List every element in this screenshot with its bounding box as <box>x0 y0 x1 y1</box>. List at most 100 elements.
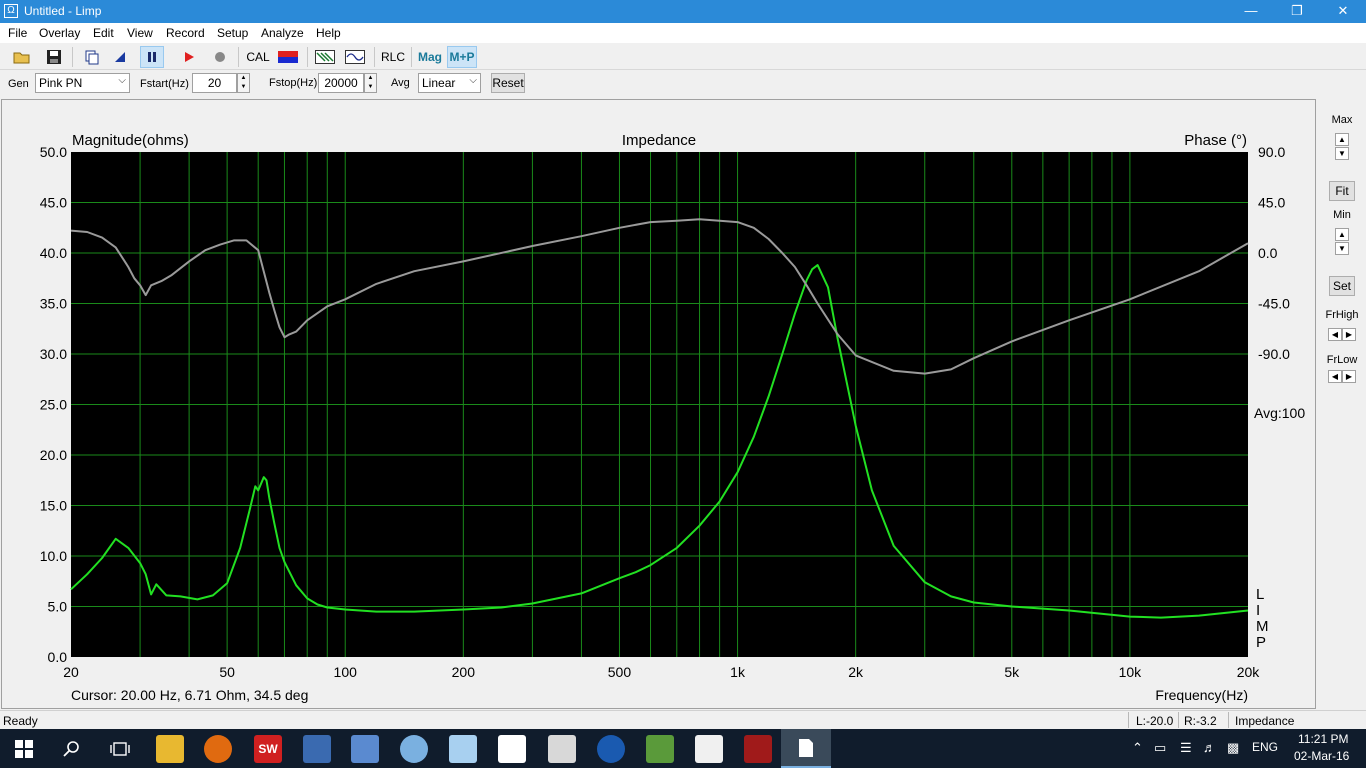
notes-icon[interactable] <box>449 735 477 763</box>
tray-power-icon[interactable]: ▭ <box>1154 740 1166 756</box>
set-button[interactable]: Set <box>1329 276 1355 296</box>
app-omega-icon: Ω <box>4 4 18 18</box>
y2-tick-label: 45.0 <box>1258 195 1285 211</box>
avg-label: Avg <box>391 77 410 89</box>
save-icon[interactable] <box>42 46 66 68</box>
play-icon[interactable] <box>177 46 201 68</box>
open-folder-icon[interactable] <box>10 46 34 68</box>
x-tick-label: 50 <box>219 664 235 680</box>
fstart-stepper[interactable]: ▲ ▼ <box>237 73 250 93</box>
toolbar: CAL RLC Mag M+P <box>0 43 1366 70</box>
reset-button[interactable]: Reset <box>491 73 525 93</box>
cursor-icon[interactable] <box>108 46 132 68</box>
toolbar-separator <box>374 47 375 67</box>
filter-icon[interactable] <box>313 46 337 68</box>
title-bar: Ω Untitled - Limp — ❐ ✕ <box>0 0 1366 23</box>
menu-overlay[interactable]: Overlay <box>39 26 80 40</box>
mode-letter-p: P <box>1256 634 1266 651</box>
y-axis-label: Magnitude(ohms) <box>72 132 189 149</box>
copy-icon[interactable] <box>80 46 104 68</box>
gen-select[interactable]: Pink PN ⌵ <box>35 73 130 93</box>
rlc-button[interactable]: RLC <box>379 46 407 68</box>
menu-file[interactable]: File <box>8 26 27 40</box>
mag-button[interactable]: Mag <box>415 46 445 68</box>
y-tick-label: 45.0 <box>40 195 67 211</box>
document-app-icon[interactable] <box>695 735 723 763</box>
min-up-arrow[interactable]: ▲ <box>1335 228 1349 241</box>
maximize-button[interactable]: ❐ <box>1274 0 1320 23</box>
menu-view[interactable]: View <box>127 26 153 40</box>
task-view-icon[interactable] <box>106 735 134 763</box>
frhigh-left-arrow[interactable]: ◀ <box>1328 328 1342 341</box>
search-icon[interactable] <box>58 735 86 763</box>
plot-pane: Magnitude(ohms) Impedance Phase (°) Avg:… <box>1 99 1316 709</box>
info-icon[interactable] <box>597 735 625 763</box>
side-panel: Max ▲ ▼ Fit Min ▲ ▼ Set FrHigh ◀ ▶ FrLow… <box>1318 99 1366 709</box>
toolbar-separator <box>307 47 308 67</box>
fit-button[interactable]: Fit <box>1329 181 1355 201</box>
paint-icon[interactable] <box>498 735 526 763</box>
python-icon[interactable] <box>303 735 331 763</box>
menu-setup[interactable]: Setup <box>217 26 248 40</box>
x-tick-label: 20 <box>63 664 79 680</box>
stop-icon[interactable] <box>208 46 232 68</box>
impedance-chart[interactable]: Magnitude(ohms) Impedance Phase (°) Avg:… <box>2 100 1315 708</box>
graph-app-icon[interactable] <box>744 735 772 763</box>
cal-button[interactable]: CAL <box>243 46 273 68</box>
fstop-stepper[interactable]: ▲ ▼ <box>364 73 377 93</box>
red-blue-bar-icon[interactable] <box>276 46 300 68</box>
waveform-icon[interactable] <box>343 46 367 68</box>
tray-language[interactable]: ENG <box>1252 740 1278 754</box>
y-tick-label: 25.0 <box>40 397 67 413</box>
x-tick-label: 20k <box>1237 664 1261 680</box>
frlow-left-arrow[interactable]: ◀ <box>1328 370 1342 383</box>
menu-record[interactable]: Record <box>166 26 205 40</box>
network-globe-icon[interactable] <box>400 735 428 763</box>
minimize-button[interactable]: — <box>1228 0 1274 23</box>
x-tick-label: 2k <box>848 664 864 680</box>
menu-analyze[interactable]: Analyze <box>261 26 304 40</box>
python-idle-icon[interactable] <box>351 735 379 763</box>
calculator-icon[interactable] <box>548 735 576 763</box>
menu-help[interactable]: Help <box>316 26 341 40</box>
solidworks-icon[interactable]: SW <box>254 735 282 763</box>
y2-tick-label: -45.0 <box>1258 296 1290 312</box>
cursor-readout: Cursor: 20.00 Hz, 6.71 Ohm, 34.5 deg <box>71 687 308 703</box>
mode-letter-i: I <box>1256 602 1260 619</box>
tray-wifi-icon[interactable]: ☰ <box>1180 740 1192 756</box>
tray-up-arrow-icon[interactable]: ⌃ <box>1132 740 1143 756</box>
chevron-down-icon: ⌵ <box>469 75 477 86</box>
max-down-arrow[interactable]: ▼ <box>1335 147 1349 160</box>
y-tick-label: 50.0 <box>40 144 67 160</box>
tray-time[interactable]: 11:21 PM <box>1298 732 1348 746</box>
status-ready: Ready <box>3 714 38 728</box>
x-axis-label: Frequency(Hz) <box>1155 687 1248 703</box>
file-explorer-icon[interactable] <box>156 735 184 763</box>
frlow-right-arrow[interactable]: ▶ <box>1342 370 1356 383</box>
menu-edit[interactable]: Edit <box>93 26 114 40</box>
grid <box>71 152 1248 657</box>
fstop-input[interactable]: 20000 <box>318 73 364 93</box>
max-up-arrow[interactable]: ▲ <box>1335 133 1349 146</box>
minecraft-icon[interactable] <box>646 735 674 763</box>
min-down-arrow[interactable]: ▼ <box>1335 242 1349 255</box>
limp-taskbar-button[interactable] <box>781 729 831 768</box>
pause-icon[interactable] <box>140 46 164 68</box>
y2-axis-label: Phase (°) <box>1184 132 1247 149</box>
y-tick-label: 0.0 <box>48 649 68 665</box>
tray-date[interactable]: 02-Mar-16 <box>1294 749 1349 763</box>
x-tick-label: 1k <box>730 664 746 680</box>
tray-notification-icon[interactable]: ▩ <box>1227 740 1239 756</box>
fstart-input[interactable]: 20 <box>192 73 237 93</box>
avg-select[interactable]: Linear ⌵ <box>418 73 481 93</box>
frhigh-right-arrow[interactable]: ▶ <box>1342 328 1356 341</box>
y2-tick-label: -90.0 <box>1258 346 1290 362</box>
windows-start-icon[interactable] <box>10 735 38 763</box>
status-divider <box>1128 712 1129 728</box>
tray-volume-icon[interactable]: ♬ <box>1203 740 1216 755</box>
mag-phase-button[interactable]: M+P <box>447 46 477 68</box>
max-label: Max <box>1331 114 1353 126</box>
status-l-value: L:-20.0 <box>1136 714 1174 728</box>
close-button[interactable]: ✕ <box>1320 0 1366 23</box>
firefox-icon[interactable] <box>204 735 232 763</box>
